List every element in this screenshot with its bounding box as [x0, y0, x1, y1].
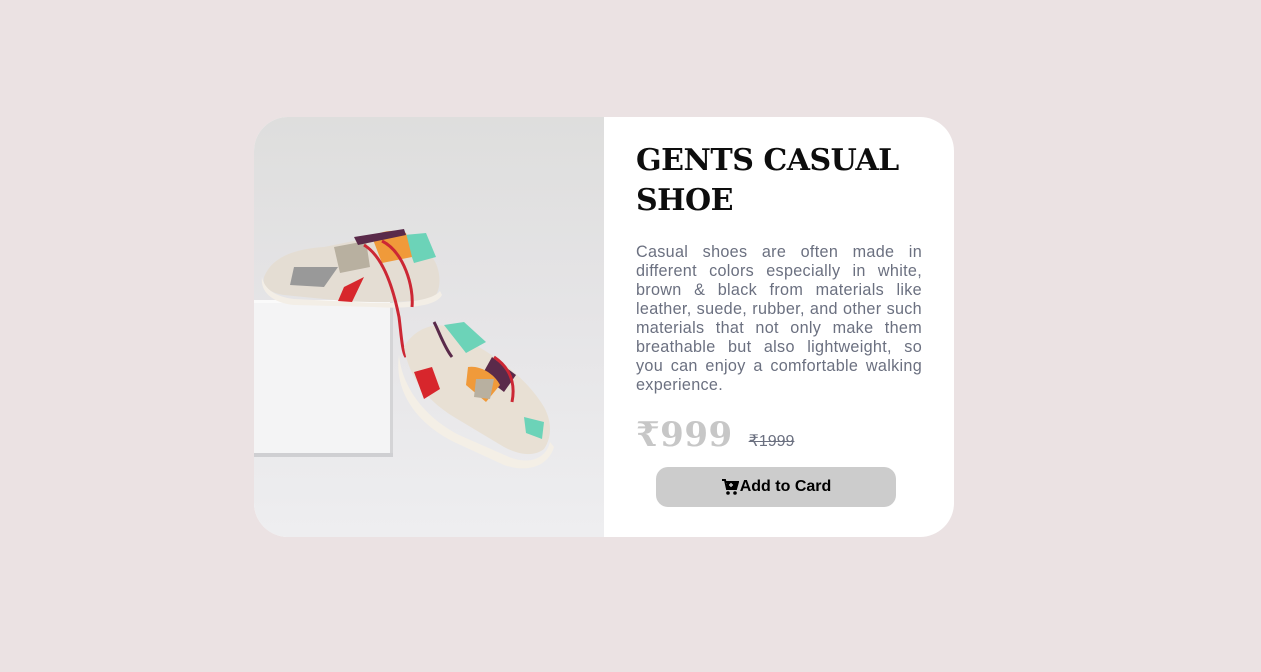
product-description: Casual shoes are often made in different…: [636, 243, 922, 394]
price-row: ₹999 ₹1999: [636, 415, 922, 455]
add-to-cart-label: Add to Card: [739, 478, 832, 495]
shoe-illustration: [254, 229, 554, 469]
add-to-cart-button[interactable]: Add to Card: [656, 467, 896, 507]
product-info: GENTS CASUAL SHOE Casual shoes are often…: [604, 117, 954, 537]
product-card: GENTS CASUAL SHOE Casual shoes are often…: [254, 117, 954, 537]
product-title: GENTS CASUAL SHOE: [636, 143, 899, 218]
price-current: ₹999: [636, 415, 733, 455]
product-image: [254, 117, 604, 537]
price-original: ₹1999: [748, 433, 795, 450]
shoe-tilted: [398, 321, 554, 469]
cart-icon: [721, 478, 739, 496]
